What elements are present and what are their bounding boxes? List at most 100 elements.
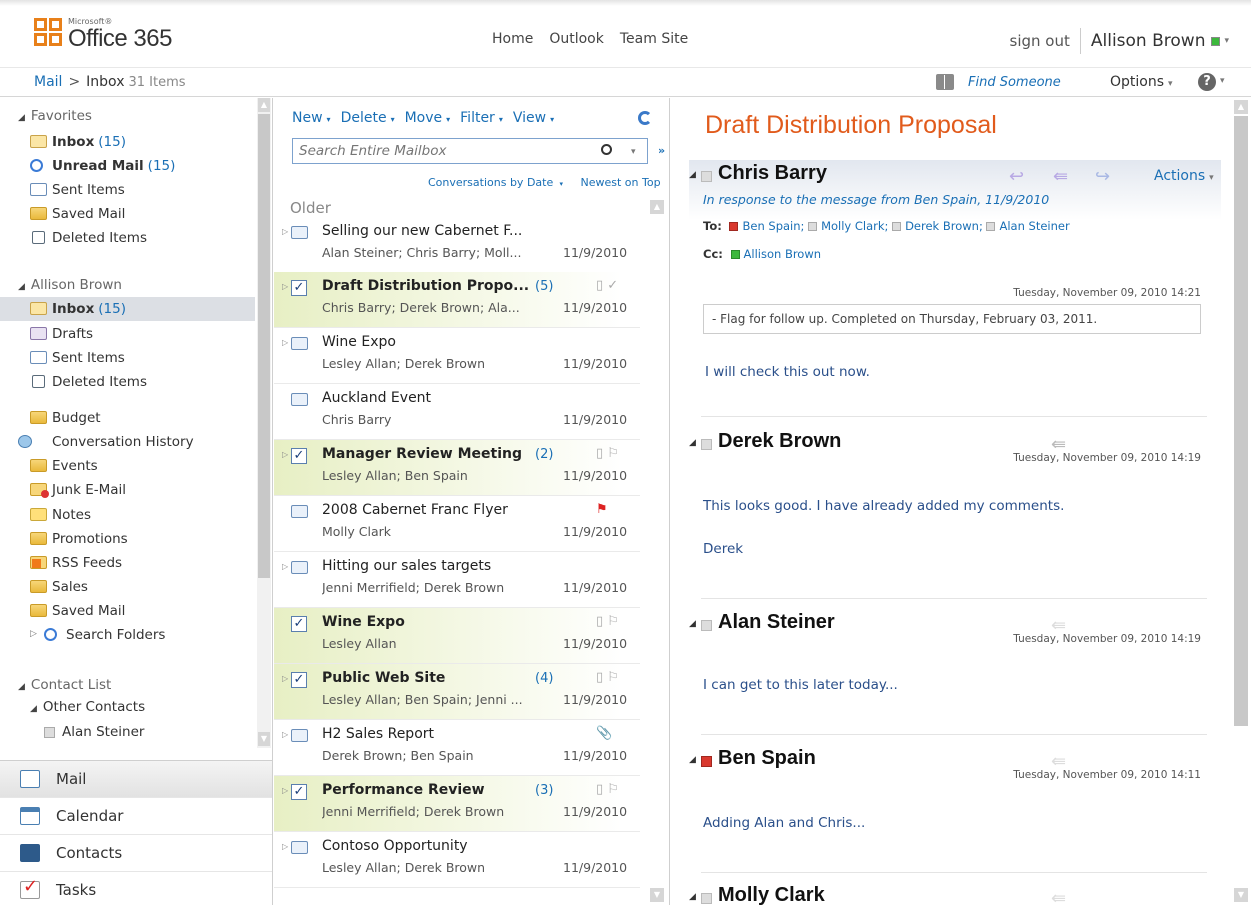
- nav-outlook[interactable]: Outlook: [549, 31, 604, 47]
- favorites-group[interactable]: ◢ Favorites: [18, 108, 92, 124]
- expand-conversation-icon[interactable]: ▷: [282, 562, 288, 571]
- scroll-up-icon[interactable]: ▲: [1234, 100, 1248, 114]
- forward-icon[interactable]: ↪: [1095, 166, 1110, 187]
- reply-all-icon[interactable]: ⇚: [1051, 888, 1066, 905]
- nav-team-site[interactable]: Team Site: [620, 31, 688, 47]
- list-scrollbar[interactable]: ▲ ▼: [649, 198, 665, 905]
- checkbox-icon[interactable]: ✓: [291, 784, 307, 800]
- flag-icon[interactable]: ▯ ⚐: [596, 670, 619, 685]
- scrollbar-thumb[interactable]: [258, 114, 270, 578]
- search-input[interactable]: [293, 143, 593, 159]
- message-row[interactable]: ▷ H2 Sales Report Derek Brown; Ben Spain 11…: [274, 720, 640, 776]
- folder-search-folders[interactable]: ▷ Search Folders: [0, 623, 255, 647]
- flag-icon[interactable]: ▯ ⚐: [596, 614, 619, 629]
- scroll-down-icon[interactable]: ▼: [258, 732, 270, 746]
- message-row[interactable]: Auckland Event Chris Barry 11/9/2010: [274, 384, 640, 440]
- help-icon[interactable]: ?: [1198, 73, 1216, 91]
- expand-search-icon[interactable]: »: [658, 144, 665, 157]
- message-header[interactable]: ◢ Alan Steiner ⇚ Tuesday, November 09, 2…: [689, 609, 1221, 645]
- expand-conversation-icon[interactable]: ▷: [282, 786, 288, 795]
- user-name-menu[interactable]: Allison Brown: [1091, 31, 1206, 51]
- folder-deleted-items[interactable]: Deleted Items: [0, 370, 255, 394]
- scroll-down-icon[interactable]: ▼: [650, 888, 664, 902]
- folder-favorites-unread-mail[interactable]: Unread Mail (15): [0, 154, 255, 178]
- message-row[interactable]: ✓ Wine Expo Lesley Allan 11/9/2010 ▯ ⚐: [274, 608, 640, 664]
- message-row[interactable]: ▷ ✓ Public Web Site (4) Lesley Allan; Ben Sp…: [274, 664, 640, 720]
- attachment-icon[interactable]: 📎: [596, 726, 612, 741]
- expand-conversation-icon[interactable]: ▷: [282, 282, 288, 291]
- recipient[interactable]: Derek Brown;: [892, 219, 983, 233]
- scroll-up-icon[interactable]: ▲: [650, 200, 664, 214]
- sender-name[interactable]: Ben Spain: [718, 747, 816, 770]
- folder-favorites-deleted-items[interactable]: Deleted Items: [0, 226, 255, 250]
- module-calendar[interactable]: Calendar: [0, 798, 272, 835]
- reply-icon[interactable]: ↩: [1009, 166, 1024, 187]
- in-response-link[interactable]: In response to the message from Ben Spai…: [703, 192, 1049, 207]
- message-row[interactable]: ▷ ✓ Performance Review (3) Jenni Merrifield;…: [274, 776, 640, 832]
- contact-alan-steiner[interactable]: Alan Steiner: [0, 720, 255, 744]
- chevron-down-icon[interactable]: ▾: [1220, 76, 1225, 86]
- collapse-icon[interactable]: ◢: [689, 170, 696, 180]
- view-button[interactable]: View ▾: [513, 110, 554, 126]
- mailbox-group[interactable]: ◢ Allison Brown: [18, 277, 122, 293]
- breadcrumb-mail[interactable]: Mail: [34, 74, 62, 90]
- nav-home[interactable]: Home: [492, 31, 533, 47]
- reading-scrollbar[interactable]: ▲ ▼: [1233, 98, 1249, 905]
- search-icon[interactable]: [601, 144, 612, 155]
- recipient[interactable]: Ben Spain;: [729, 219, 804, 233]
- expand-icon[interactable]: ▷: [30, 629, 37, 639]
- sender-name[interactable]: Chris Barry: [718, 162, 827, 185]
- scroll-down-icon[interactable]: ▼: [1234, 888, 1248, 902]
- collapse-icon[interactable]: ◢: [689, 619, 696, 629]
- checkbox-icon[interactable]: ✓: [291, 672, 307, 688]
- folder-conversation-history[interactable]: Conversation History: [0, 430, 255, 454]
- flag-icon[interactable]: ▯ ⚐: [596, 782, 619, 797]
- message-row[interactable]: ▷ Wine Expo Lesley Allan; Derek Brown 11/9/…: [274, 328, 640, 384]
- folder-favorites-saved-mail[interactable]: Saved Mail: [0, 202, 255, 226]
- refresh-icon[interactable]: [638, 111, 652, 125]
- message-row[interactable]: 2008 Cabernet Franc Flyer Molly Clark 11/9…: [274, 496, 640, 552]
- recipient[interactable]: Molly Clark;: [808, 219, 888, 233]
- checkbox-icon[interactable]: ✓: [291, 280, 307, 296]
- folder-scrollbar[interactable]: ▲ ▼: [257, 98, 271, 748]
- folder-inbox[interactable]: Inbox (15): [0, 297, 255, 321]
- module-contacts[interactable]: Contacts: [0, 835, 272, 872]
- folder-events[interactable]: Events: [0, 454, 255, 478]
- message-row[interactable]: ▷ Hitting our sales targets Jenni Merrifie…: [274, 552, 640, 608]
- recipient[interactable]: Allison Brown: [730, 247, 821, 261]
- new-button[interactable]: New ▾: [292, 110, 331, 126]
- message-row[interactable]: ▷ Contoso Opportunity Lesley Allan; Derek …: [274, 832, 640, 888]
- flag-icon[interactable]: ▯ ⚐: [596, 446, 619, 461]
- expand-conversation-icon[interactable]: ▷: [282, 227, 288, 236]
- contact-list-group[interactable]: ◢ Contact List: [18, 677, 111, 693]
- scroll-up-icon[interactable]: ▲: [258, 98, 270, 112]
- sort-order-toggle[interactable]: Newest on Top: [580, 176, 660, 189]
- expand-conversation-icon[interactable]: ▷: [282, 338, 288, 347]
- folder-drafts[interactable]: Drafts: [0, 322, 255, 346]
- sign-out-link[interactable]: sign out: [1010, 32, 1070, 50]
- sort-by-menu[interactable]: Conversations by Date ▾: [428, 176, 577, 189]
- folder-rss-feeds[interactable]: RSS Feeds: [0, 551, 255, 575]
- collapse-icon[interactable]: ◢: [689, 755, 696, 765]
- message-header[interactable]: ◢ Derek Brown ⇚ Tuesday, November 09, 20…: [689, 428, 1221, 464]
- expand-conversation-icon[interactable]: ▷: [282, 842, 288, 851]
- recipient[interactable]: Alan Steiner: [986, 219, 1070, 233]
- scrollbar-thumb[interactable]: [1234, 116, 1248, 726]
- reply-all-icon[interactable]: ⇚: [1053, 166, 1068, 187]
- move-button[interactable]: Move ▾: [405, 110, 451, 126]
- folder-favorites-sent-items[interactable]: Sent Items: [0, 178, 255, 202]
- message-row[interactable]: ▷ Selling our new Cabernet F... Alan Stein…: [274, 217, 640, 273]
- checkbox-icon[interactable]: ✓: [291, 448, 307, 464]
- module-mail[interactable]: Mail: [0, 761, 272, 798]
- other-contacts-group[interactable]: ◢ Other Contacts: [30, 699, 145, 715]
- expand-conversation-icon[interactable]: ▷: [282, 674, 288, 683]
- filter-button[interactable]: Filter ▾: [460, 110, 503, 126]
- chevron-down-icon[interactable]: ▾: [1224, 36, 1229, 46]
- message-row[interactable]: ▷ ✓ Manager Review Meeting (2) Lesley Allan;…: [274, 440, 640, 496]
- chevron-down-icon[interactable]: ▾: [631, 147, 636, 157]
- folder-notes[interactable]: Notes: [0, 503, 255, 527]
- checkbox-icon[interactable]: ✓: [291, 616, 307, 632]
- collapse-icon[interactable]: ◢: [689, 438, 696, 448]
- message-header[interactable]: ◢ Molly Clark ⇚: [689, 882, 1221, 905]
- expand-conversation-icon[interactable]: ▷: [282, 450, 288, 459]
